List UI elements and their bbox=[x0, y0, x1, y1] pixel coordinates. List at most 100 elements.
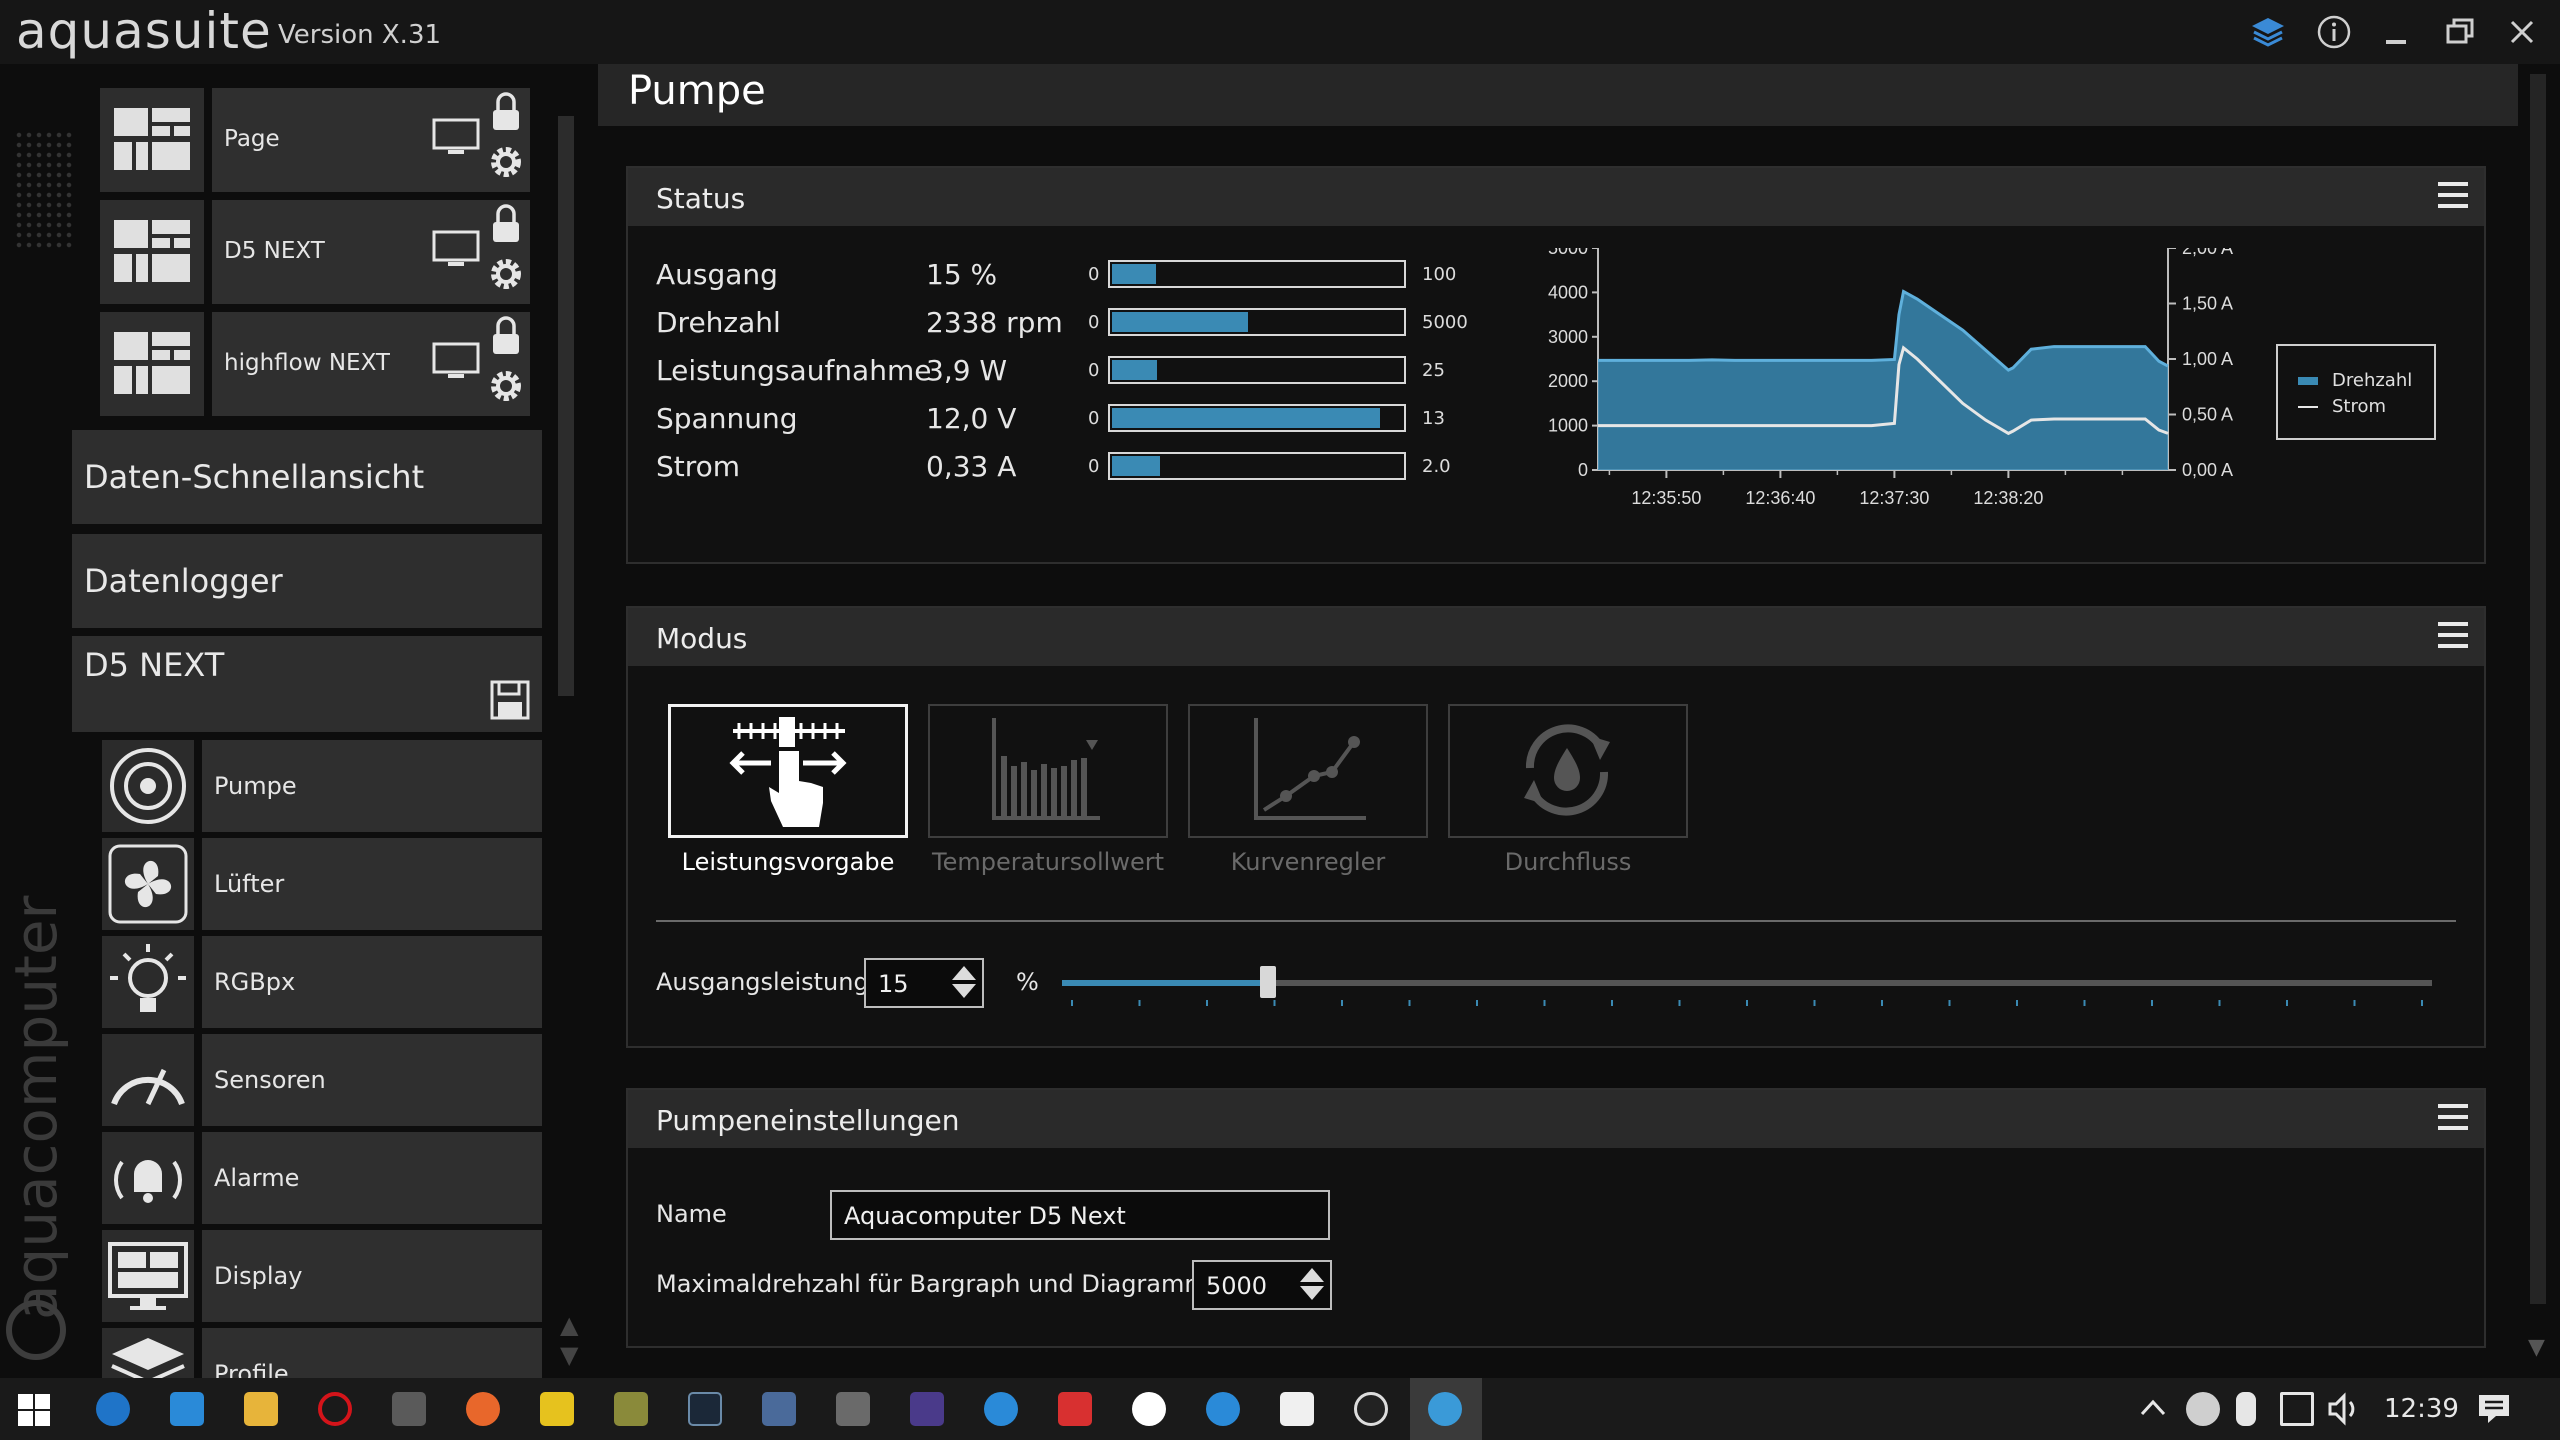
mode-temperatursollwert-button[interactable] bbox=[928, 704, 1168, 838]
status-bar bbox=[1108, 404, 1406, 432]
save-icon[interactable] bbox=[490, 680, 530, 720]
volume-icon[interactable] bbox=[2326, 1392, 2362, 1426]
menu-icon[interactable] bbox=[2438, 1104, 2468, 1130]
device-d5-next[interactable]: D5 NEXT bbox=[100, 200, 530, 304]
spinner-arrows-icon[interactable] bbox=[1300, 1264, 1326, 1304]
app-icon[interactable] bbox=[1058, 1392, 1092, 1426]
section-d5-next[interactable]: D5 NEXT bbox=[72, 636, 542, 732]
sidebar: Page D5 NEXT highflow NEXT Daten-Schnell bbox=[70, 64, 550, 1378]
nav-item-display[interactable]: Display bbox=[102, 1230, 542, 1322]
gear-icon[interactable] bbox=[486, 142, 526, 182]
chart-legend: Drehzahl Strom bbox=[2276, 344, 2436, 440]
sidebar-scrollbar[interactable] bbox=[558, 116, 574, 696]
y-tick-label-left: 0 bbox=[1578, 460, 1588, 480]
microphone-icon[interactable] bbox=[2236, 1392, 2256, 1426]
info-icon[interactable] bbox=[2316, 14, 2352, 50]
slider-fill bbox=[1062, 980, 1268, 986]
nav-item-luefter[interactable]: Lüfter bbox=[102, 838, 542, 930]
panel-title: Modus bbox=[656, 622, 748, 655]
opera-icon[interactable] bbox=[318, 1392, 352, 1426]
nav-item-alarme[interactable]: Alarme bbox=[102, 1132, 542, 1224]
status-label: Ausgang bbox=[656, 258, 778, 291]
device-highflow-next[interactable]: highflow NEXT bbox=[100, 312, 530, 416]
monitor-icon[interactable] bbox=[432, 118, 480, 158]
mode-label: Leistungsvorgabe bbox=[681, 848, 895, 876]
status-bar bbox=[1108, 308, 1406, 336]
spinner-arrows-icon[interactable] bbox=[952, 962, 978, 1002]
bar-min-label: 0 bbox=[1088, 264, 1100, 285]
restore-icon[interactable] bbox=[2442, 14, 2478, 50]
cpu-app-icon[interactable] bbox=[910, 1392, 944, 1426]
edge-browser-icon[interactable] bbox=[96, 1392, 130, 1426]
lock-icon[interactable] bbox=[490, 316, 522, 356]
sync-icon[interactable] bbox=[1132, 1392, 1166, 1426]
status-value: 15 % bbox=[926, 258, 998, 291]
monitor-icon[interactable] bbox=[432, 230, 480, 270]
section-daten-schnellansicht[interactable]: Daten-Schnellansicht bbox=[72, 430, 542, 524]
gear-icon[interactable] bbox=[486, 366, 526, 406]
slider-handle[interactable] bbox=[1260, 966, 1276, 998]
lock-icon[interactable] bbox=[490, 92, 522, 132]
mode-leistungsvorgabe-button[interactable] bbox=[668, 704, 908, 838]
aquasuite-active-icon[interactable] bbox=[1428, 1392, 1462, 1426]
close-icon[interactable] bbox=[2504, 14, 2540, 50]
windows-start-icon[interactable] bbox=[18, 1394, 50, 1426]
app-icon[interactable] bbox=[1206, 1392, 1240, 1426]
y-tick-label-right: 1,00 A bbox=[2182, 349, 2233, 369]
output-slider[interactable] bbox=[1062, 966, 2432, 998]
brand-vertical-text: aquacomputer bbox=[2, 895, 70, 1320]
layout-icon bbox=[100, 200, 204, 304]
maxrpm-spinbox[interactable]: 5000 bbox=[1192, 1260, 1332, 1310]
file-explorer-icon[interactable] bbox=[244, 1392, 278, 1426]
mode-kurvenregler-button[interactable] bbox=[1188, 704, 1428, 838]
title-bar: aquasuite Version X.31 bbox=[0, 0, 2560, 64]
document-icon[interactable] bbox=[1280, 1392, 1314, 1426]
status-bar-fill bbox=[1112, 312, 1248, 332]
media-app-icon[interactable] bbox=[614, 1392, 648, 1426]
chevron-up-icon[interactable] bbox=[2138, 1396, 2168, 1420]
monitor-icon[interactable] bbox=[432, 342, 480, 382]
main-scrollbar[interactable] bbox=[2530, 74, 2546, 1304]
power-app-icon[interactable] bbox=[1354, 1392, 1388, 1426]
taskbar-clock[interactable]: 12:39 bbox=[2384, 1394, 2459, 1424]
network-icon[interactable] bbox=[2280, 1392, 2314, 1426]
app-icon[interactable] bbox=[762, 1392, 796, 1426]
menu-icon[interactable] bbox=[2438, 622, 2468, 648]
bar-max-label: 5000 bbox=[1422, 312, 1468, 333]
nav-label: Alarme bbox=[214, 1164, 300, 1192]
section-datenlogger[interactable]: Datenlogger bbox=[72, 534, 542, 628]
app-r-icon[interactable] bbox=[540, 1392, 574, 1426]
blender-icon[interactable] bbox=[466, 1392, 500, 1426]
status-value: 2338 rpm bbox=[926, 306, 1063, 339]
sidebar-scroll-arrows[interactable]: ▲ ▼ bbox=[560, 1310, 578, 1370]
nav-item-rgbpx[interactable]: RGBpx bbox=[102, 936, 542, 1028]
gear-icon[interactable] bbox=[486, 254, 526, 294]
steam-icon[interactable] bbox=[688, 1392, 722, 1426]
device-page[interactable]: Page bbox=[100, 88, 530, 192]
bar-min-label: 0 bbox=[1088, 408, 1100, 429]
aquasuite-taskbar-icon[interactable] bbox=[984, 1392, 1018, 1426]
cloud-error-icon[interactable] bbox=[2186, 1392, 2220, 1426]
legend-item-strom: Strom bbox=[2298, 396, 2386, 417]
app-icon[interactable] bbox=[836, 1392, 870, 1426]
bell-icon bbox=[102, 1132, 194, 1224]
nav-item-profile[interactable]: Profile bbox=[102, 1328, 542, 1378]
mode-durchfluss-button[interactable] bbox=[1448, 704, 1688, 838]
y-tick-label-left: 3000 bbox=[1548, 327, 1588, 347]
curve-chart-icon bbox=[1254, 718, 1366, 820]
nav-item-pumpe[interactable]: Pumpe bbox=[102, 740, 542, 832]
minimize-icon[interactable] bbox=[2378, 14, 2414, 50]
mail-icon[interactable] bbox=[170, 1392, 204, 1426]
lock-icon[interactable] bbox=[490, 204, 522, 244]
main-scroll-down-arrow[interactable]: ▼ bbox=[2528, 1335, 2545, 1360]
maxrpm-label: Maximaldrehzahl für Bargraph und Diagram… bbox=[656, 1270, 1208, 1298]
output-spinbox[interactable]: 15 bbox=[864, 958, 984, 1008]
x-tick-label: 12:35:50 bbox=[1631, 488, 1701, 508]
layout-icon bbox=[100, 88, 204, 192]
name-input[interactable]: Aquacomputer D5 Next bbox=[830, 1190, 1330, 1240]
calculator-icon[interactable] bbox=[392, 1392, 426, 1426]
nav-item-sensoren[interactable]: Sensoren bbox=[102, 1034, 542, 1126]
menu-icon[interactable] bbox=[2438, 182, 2468, 208]
notifications-icon[interactable] bbox=[2476, 1392, 2512, 1426]
layers-icon[interactable] bbox=[2250, 14, 2286, 50]
